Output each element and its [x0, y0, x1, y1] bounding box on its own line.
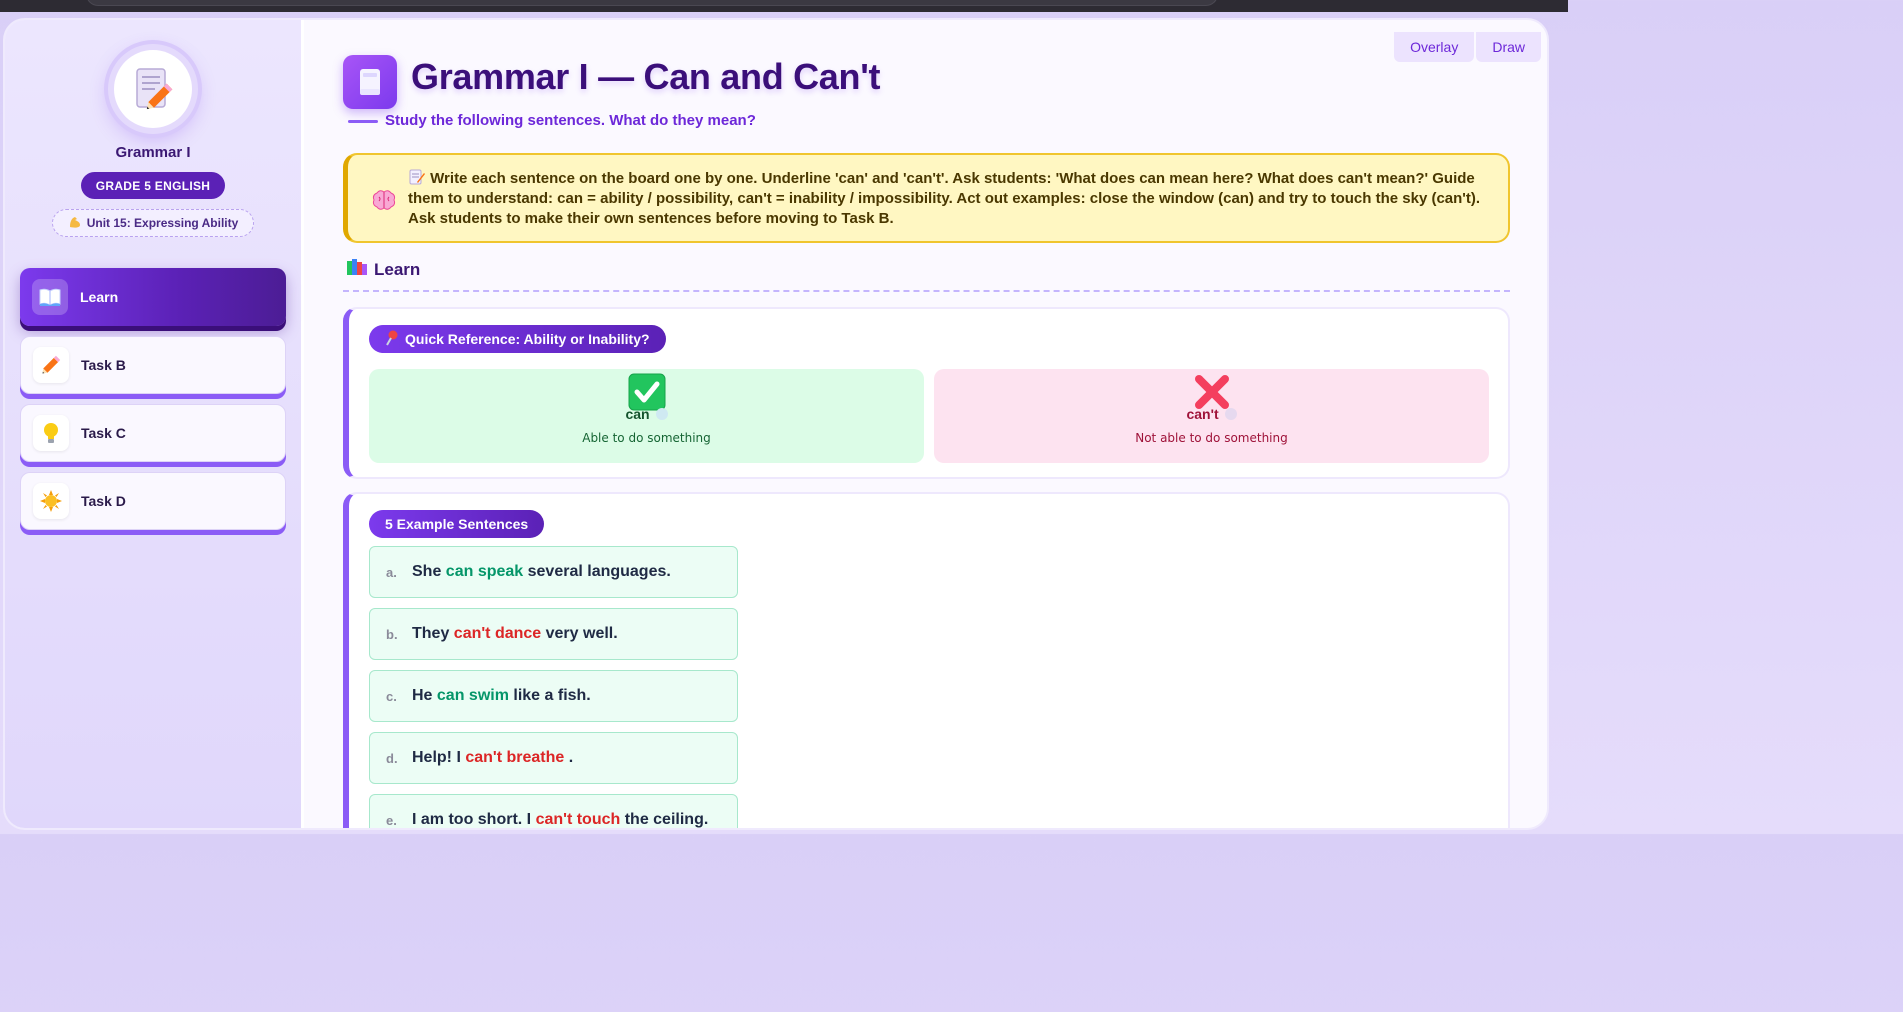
example-text: They can't dance very well. — [412, 625, 618, 643]
brain-icon — [372, 189, 396, 215]
example-text-before: Help! I — [412, 749, 466, 766]
example-text-after: several languages. — [523, 563, 671, 580]
quick-reference-title: Quick Reference: Ability or Inability? — [405, 331, 650, 347]
sidebar-title: Grammar I — [115, 144, 191, 161]
book-icon — [32, 279, 68, 315]
books-icon — [346, 258, 368, 281]
example-text: He can swim like a fish. — [412, 687, 591, 705]
example-letter: a. — [386, 564, 397, 580]
sidebar-item-learn[interactable]: Learn — [20, 268, 286, 326]
highlight-cant: can't dance — [453, 625, 542, 642]
grade-badge: GRADE 5 ENGLISH — [81, 172, 225, 199]
page-title: Grammar I — Can and Can't — [411, 56, 881, 97]
highlight-cant: can't touch — [535, 811, 621, 828]
teacher-note: Write each sentence on the board one by … — [343, 153, 1510, 243]
sun-icon — [33, 483, 69, 519]
example-text-before: She — [412, 563, 446, 580]
pushpin-icon — [385, 330, 399, 349]
sidebar-item-task-d[interactable]: Task D — [20, 472, 286, 530]
page-subtitle: Study the following sentences. What do t… — [385, 112, 756, 129]
draw-button[interactable]: Draw — [1476, 32, 1541, 62]
section-heading: Learn — [346, 258, 420, 281]
speaker-icon[interactable] — [1224, 408, 1237, 420]
example-sentence: a. She can speak several languages. — [369, 546, 738, 598]
unit-badge: Unit 15: Expressing Ability — [52, 209, 254, 237]
highlight-cant: can't breathe — [465, 749, 565, 766]
example-text: She can speak several languages. — [412, 563, 671, 581]
example-text-after: very well. — [541, 625, 618, 642]
can-reference-box: can Able to do something — [369, 369, 924, 463]
memo-icon — [408, 169, 430, 187]
unit-badge-label: Unit 15: Expressing Ability — [86, 216, 239, 230]
sidebar-item-label: Task D — [81, 493, 126, 509]
subtitle-accent — [348, 120, 378, 123]
examples-pill: 5 Example Sentences — [369, 510, 545, 538]
example-sentence: b. They can't dance very well. — [369, 608, 738, 660]
example-text-before: He — [412, 687, 437, 704]
quick-reference-card: Quick Reference: Ability or Inability? c… — [343, 307, 1510, 479]
sidebar-item-label: Learn — [80, 289, 119, 305]
pencil-icon — [33, 347, 69, 383]
example-letter: b. — [386, 626, 398, 642]
cant-description: Not able to do something — [1135, 431, 1288, 445]
lightbulb-icon — [33, 415, 69, 451]
example-text-before: I am too short. I — [412, 811, 536, 828]
sidebar: Grammar I GRADE 5 ENGLISH Unit 15: Expre… — [5, 20, 304, 828]
can-word: can — [369, 406, 924, 422]
teacher-note-text: Write each sentence on the board one by … — [408, 169, 1488, 229]
example-text: I am too short. I can't touch the ceilin… — [412, 811, 708, 828]
example-text: Help! I can't breathe . — [412, 749, 573, 767]
flexed-arm-icon — [68, 215, 82, 232]
highlight-can: can speak — [445, 563, 524, 580]
example-sentence: d. Help! I can't breathe . — [369, 732, 738, 784]
example-letter: e. — [386, 812, 397, 828]
example-text-before: They — [412, 625, 454, 642]
overlay-button[interactable]: Overlay — [1394, 32, 1475, 62]
sidebar-item-task-b[interactable]: Task B — [20, 336, 286, 394]
sidebar-item-label: Task B — [81, 357, 126, 373]
example-sentence: e. I am too short. I can't touch the ceil… — [369, 794, 738, 828]
teacher-note-body: Write each sentence on the board one by … — [408, 170, 1481, 227]
app-window: Grammar I GRADE 5 ENGLISH Unit 15: Expre… — [5, 20, 1547, 828]
address-bar[interactable] — [86, 0, 1218, 6]
example-text-after: the ceiling. — [620, 811, 709, 828]
sidebar-item-label: Task C — [81, 425, 126, 441]
sidebar-item-task-c[interactable]: Task C — [20, 404, 286, 462]
quick-reference-pill: Quick Reference: Ability or Inability? — [369, 325, 666, 353]
notebook-icon — [343, 55, 397, 109]
top-toolbar: Overlay Draw — [1394, 32, 1541, 62]
cant-reference-box: can't Not able to do something — [934, 369, 1489, 463]
speaker-icon[interactable] — [655, 408, 668, 420]
example-text-after: like a fish. — [508, 687, 591, 704]
memo-icon — [136, 68, 173, 110]
can-word-label: can — [625, 406, 650, 422]
cant-word-label: can't — [1186, 406, 1219, 422]
main-content[interactable]: Grammar I — Can and Can't Study the foll… — [304, 20, 1547, 828]
example-letter: d. — [386, 750, 398, 766]
highlight-can: can swim — [436, 687, 509, 704]
section-heading-label: Learn — [374, 259, 421, 279]
example-letter: c. — [386, 688, 397, 704]
examples-title: 5 Example Sentences — [385, 516, 529, 532]
example-sentence: c. He can swim like a fish. — [369, 670, 738, 722]
section-divider — [343, 290, 1510, 292]
example-text-after: . — [564, 749, 574, 766]
lesson-avatar — [108, 44, 198, 134]
cant-word: can't — [934, 406, 1489, 422]
can-description: Able to do something — [582, 431, 711, 445]
browser-top-bar — [0, 0, 1568, 12]
examples-card: 5 Example Sentences a. She can speak seve… — [343, 492, 1510, 828]
